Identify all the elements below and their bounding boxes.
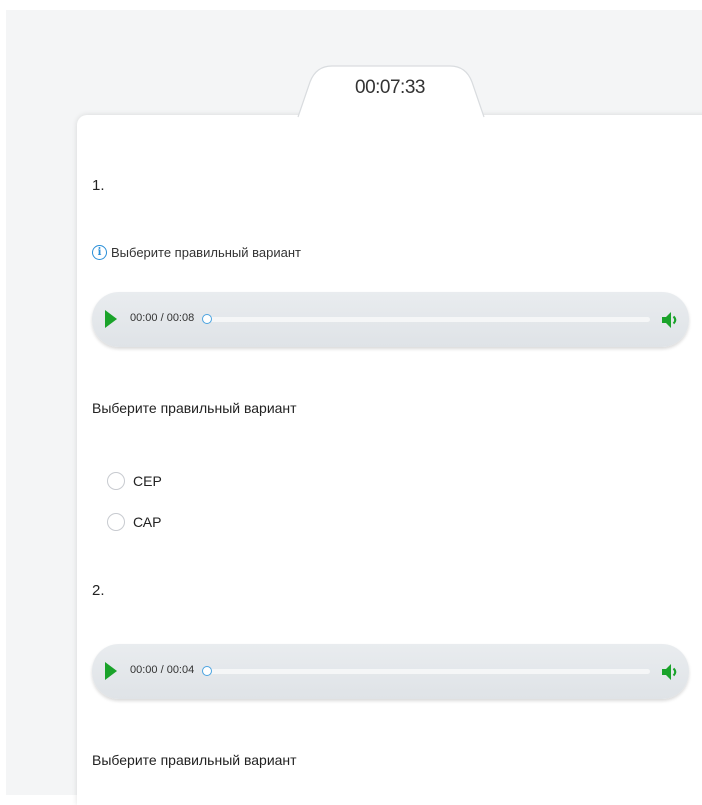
info-icon[interactable]: i [92,245,107,260]
speaker-icon[interactable] [661,663,679,681]
audio-progress-knob[interactable] [202,314,212,324]
audio-progress-track[interactable] [202,666,650,676]
audio-player: 00:00 / 00:04 [92,644,689,699]
radio-button[interactable] [107,472,125,490]
audio-time: 00:00 / 00:04 [130,664,195,676]
play-icon[interactable] [105,662,117,680]
quiz-card [77,115,702,805]
play-icon[interactable] [105,310,117,328]
audio-progress-knob[interactable] [202,666,212,676]
hint: i Выберите правильный вариант [92,245,301,260]
audio-player: 00:00 / 00:08 [92,292,689,347]
timer: 00:07:33 [355,77,425,98]
option-label: САР [133,514,162,530]
question-number: 1. [92,177,105,194]
left-margin [0,0,6,803]
hint-text: Выберите правильный вариант [111,245,301,260]
audio-time: 00:00 / 00:08 [130,312,195,324]
question-number: 2. [92,582,105,599]
question-prompt: Выберите правильный вариант [92,400,297,416]
speaker-icon[interactable] [661,311,679,329]
top-margin [0,0,702,10]
audio-progress-track[interactable] [202,314,650,324]
option-ser[interactable]: СЕР [107,472,162,490]
option-sar[interactable]: САР [107,513,161,531]
question-prompt: Выберите правильный вариант [92,752,297,768]
option-label: СЕР [133,473,162,489]
radio-button[interactable] [107,513,125,531]
